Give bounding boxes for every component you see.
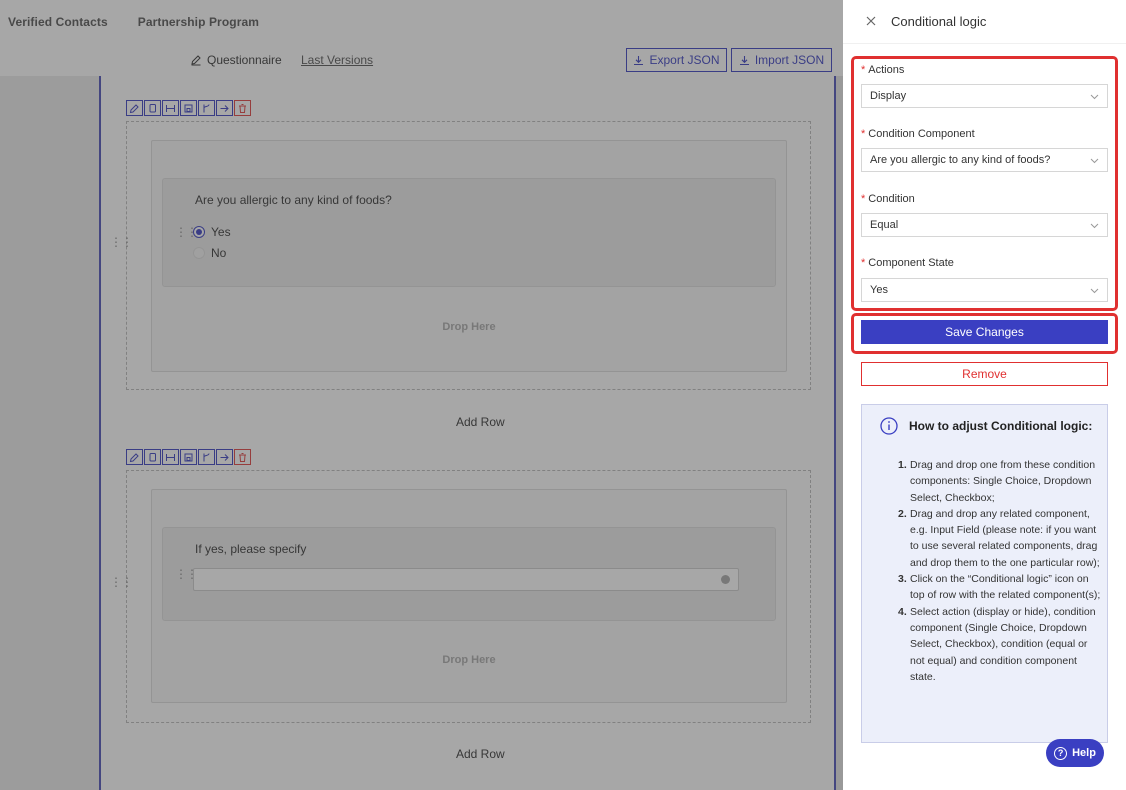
panel-title: Conditional logic [891,14,987,29]
row-drag-handle-icon[interactable]: ⋮⋮ [110,576,133,588]
form-canvas: Are you allergic to any kind of foods? ⋮… [99,76,836,790]
add-row-button[interactable]: Add Row [456,415,505,429]
condition-component-label: * Condition Component [861,128,975,140]
single-choice-component[interactable]: Are you allergic to any kind of foods? ⋮… [162,178,776,287]
conditional-logic-icon[interactable] [198,100,215,116]
actions-label: * Actions [861,64,905,76]
help-title: How to adjust Conditional logic: [909,419,1093,433]
specify-input[interactable] [193,568,739,591]
chevron-down-icon [1090,223,1099,229]
panel-header: Conditional logic [843,0,1126,44]
tab-last-versions[interactable]: Last Versions [301,53,373,67]
condition-component-value: Are you allergic to any kind of foods? [870,154,1051,166]
builder-subbar: Questionnaire Last Versions Export JSON … [0,44,843,76]
width-icon[interactable] [162,449,179,465]
nav-verified-contacts[interactable]: Verified Contacts [8,15,108,29]
actions-select[interactable]: Display [861,84,1108,108]
radio-unchecked-icon[interactable] [193,247,205,259]
import-json-button[interactable]: Import JSON [731,48,832,72]
component-state-value: Yes [870,284,888,296]
help-step: 3. Click on the “Conditional logic” icon … [898,573,1101,602]
copy-icon[interactable] [144,449,161,465]
radio-checked-icon[interactable] [193,226,205,238]
form-row: If yes, please specify ⋮⋮ Drop Here [126,470,811,723]
input-field-component[interactable]: If yes, please specify ⋮⋮ [162,527,776,621]
drop-zone[interactable]: Drop Here [152,321,786,333]
condition-select[interactable]: Equal [861,213,1108,237]
question-text: Are you allergic to any kind of foods? [195,193,392,207]
download-icon [739,55,749,65]
condition-label: * Condition [861,193,915,205]
clear-icon[interactable] [721,575,730,584]
condition-value: Equal [870,219,899,231]
component-state-label: * Component State [861,257,954,269]
conditional-logic-panel: Conditional logic * Actions Display * Cond… [843,0,1126,790]
edit-icon[interactable] [126,449,143,465]
form-row: Are you allergic to any kind of foods? ⋮… [126,121,811,390]
condition-component-select[interactable]: Are you allergic to any kind of foods? [861,148,1108,172]
arrow-right-icon[interactable] [216,100,233,116]
trash-icon[interactable] [234,100,251,116]
remove-button[interactable]: Remove [861,362,1108,386]
component-state-select[interactable]: Yes [861,278,1108,302]
help-steps: 1. Drag and drop one from these condition… [892,457,1104,685]
radio-option-no[interactable]: No [193,246,226,260]
tab-questionnaire[interactable]: Questionnaire [190,53,282,67]
row-toolbar [126,449,251,465]
radio-option-yes[interactable]: Yes [193,225,231,239]
radio-option-label: Yes [211,225,231,239]
row-toolbar [126,100,251,116]
copy-icon[interactable] [144,100,161,116]
nav-partnership-program[interactable]: Partnership Program [138,15,259,29]
top-navigation: Verified Contacts Partnership Program [0,0,843,44]
width-icon[interactable] [162,100,179,116]
left-gutter [0,76,99,790]
help-step: 1. Drag and drop one from these condition… [898,459,1096,504]
form-column: If yes, please specify ⋮⋮ Drop Here [151,489,787,703]
save-icon[interactable] [180,100,197,116]
export-json-button[interactable]: Export JSON [626,48,727,72]
add-row-button[interactable]: Add Row [456,747,505,761]
row-drag-handle-icon[interactable]: ⋮⋮ [110,236,133,248]
help-step: 4. Select action (display or hide), condi… [898,605,1096,683]
help-instructions: How to adjust Conditional logic: 1. Drag … [861,404,1108,743]
import-json-label: Import JSON [754,53,825,67]
save-changes-button[interactable]: Save Changes [861,320,1108,344]
radio-option-label: No [211,246,227,260]
edit-icon[interactable] [126,100,143,116]
chevron-down-icon [1090,288,1099,294]
save-icon[interactable] [180,449,197,465]
help-button-label: Help [1072,747,1096,759]
help-button[interactable]: ? Help [1046,739,1104,767]
form-column: Are you allergic to any kind of foods? ⋮… [151,140,787,372]
tab-questionnaire-label: Questionnaire [207,53,282,67]
drop-zone[interactable]: Drop Here [152,654,786,666]
info-icon [880,417,898,435]
arrow-right-icon[interactable] [216,449,233,465]
chevron-down-icon [1090,158,1099,164]
question-text: If yes, please specify [195,542,307,556]
form-builder: Verified Contacts Partnership Program Qu… [0,0,843,790]
trash-icon[interactable] [234,449,251,465]
conditional-logic-icon[interactable] [198,449,215,465]
download-icon [634,55,644,65]
pencil-icon [191,55,201,66]
right-gutter [836,76,843,790]
question-circle-icon: ? [1054,746,1068,760]
help-step: 2. Drag and drop any related component, e… [898,507,1100,569]
actions-value: Display [870,90,907,102]
close-icon[interactable] [865,15,877,27]
chevron-down-icon [1090,94,1099,100]
export-json-label: Export JSON [649,53,720,67]
